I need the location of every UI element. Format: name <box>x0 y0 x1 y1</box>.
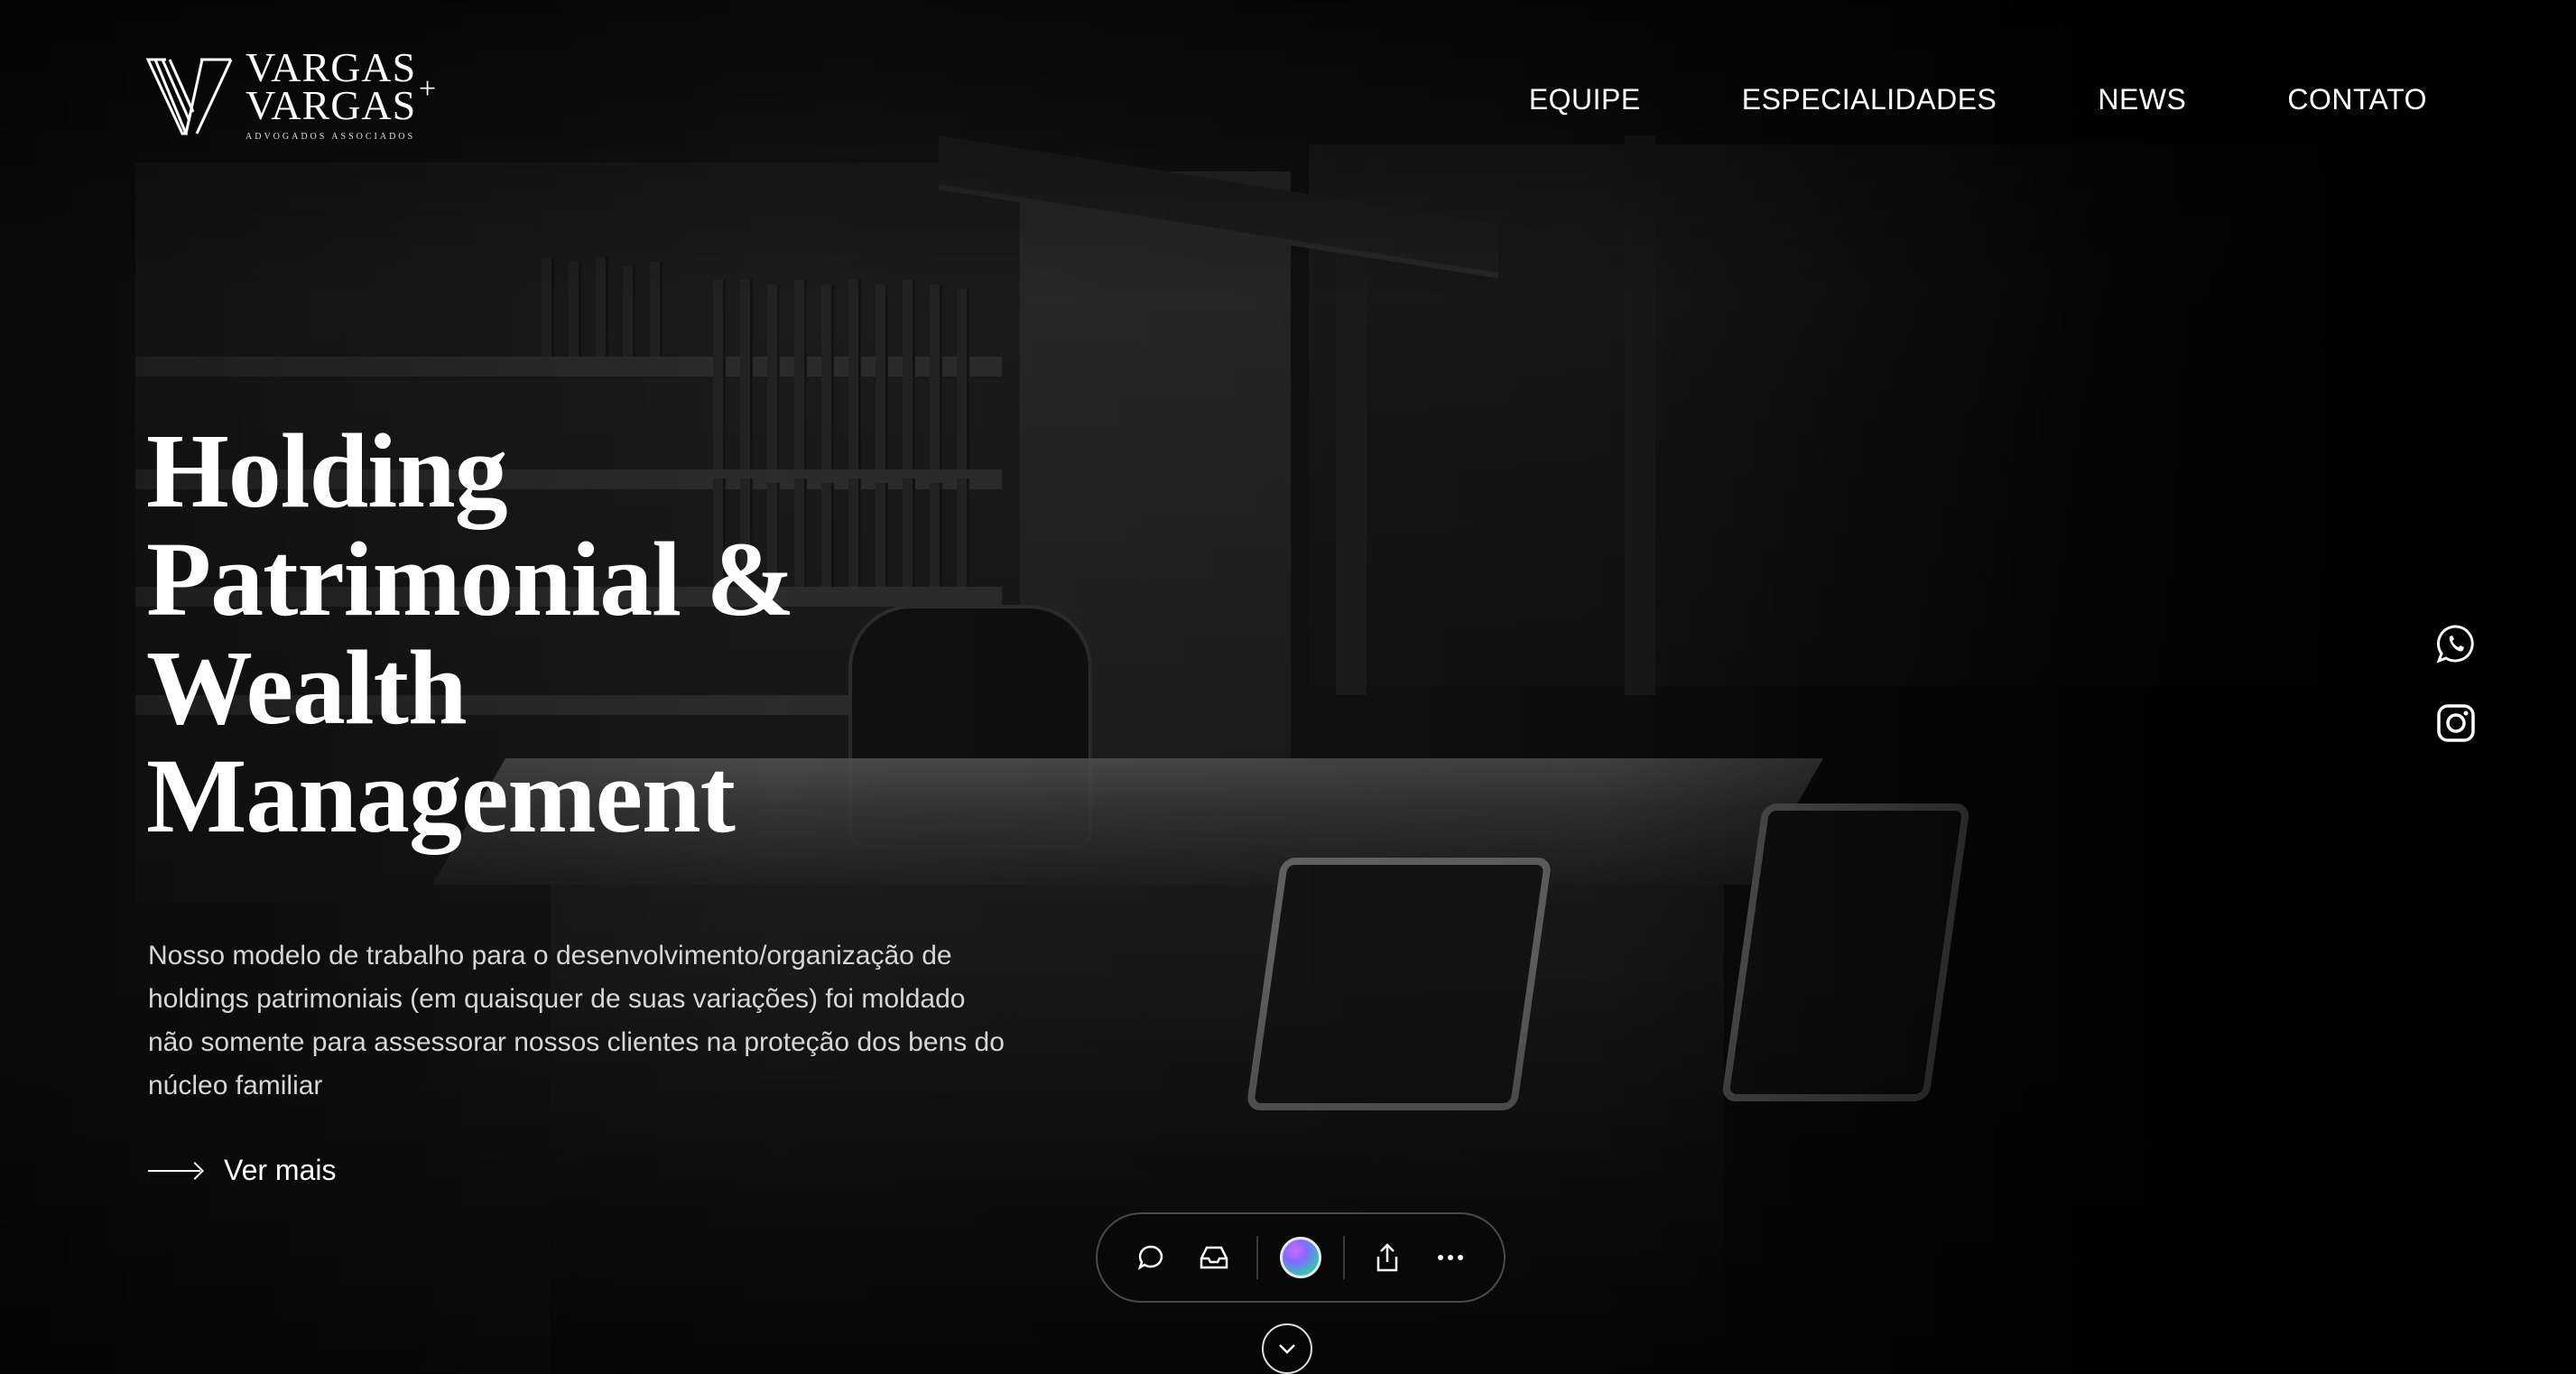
chevron-down-icon <box>1279 1344 1295 1354</box>
nav-item-contato[interactable]: CONTATO <box>2287 83 2427 116</box>
logo-line-2: VARGAS <box>246 82 417 128</box>
inbox-icon <box>1200 1246 1228 1269</box>
instagram-icon[interactable] <box>2435 702 2477 744</box>
scroll-down-button[interactable] <box>1262 1323 1312 1374</box>
more-options-button[interactable] <box>1419 1226 1482 1289</box>
whatsapp-icon[interactable] <box>2435 623 2477 664</box>
hero-title-line: Holding <box>146 412 508 530</box>
floating-toolbar <box>1096 1212 1506 1303</box>
hero-title-line: Patrimonial & <box>146 520 795 638</box>
logo-wordmark: VARGAS VARGAS <box>246 44 417 128</box>
ver-mais-label: Ver mais <box>224 1154 337 1186</box>
toolbar-divider <box>1256 1236 1258 1279</box>
nav-item-news[interactable]: NEWS <box>2098 83 2186 116</box>
logo-line-1: VARGAS <box>246 44 417 90</box>
arrow-right-icon <box>148 1169 200 1172</box>
share-button[interactable] <box>1356 1226 1419 1289</box>
hero-description: Nosso modelo de trabalho para o desenvol… <box>148 941 1005 1100</box>
hero-title: Holding Patrimonial & Wealth Management <box>146 417 959 850</box>
hero-title-line: Management <box>146 737 736 855</box>
logo-plus: + <box>419 72 437 106</box>
nav-item-equipe[interactable]: EQUIPE <box>1529 83 1641 116</box>
hero-title-line: Wealth <box>146 628 468 747</box>
chat-bubble-icon <box>1137 1245 1163 1270</box>
avatar <box>1280 1237 1321 1278</box>
inbox-button[interactable] <box>1182 1226 1246 1289</box>
share-icon <box>1376 1243 1398 1272</box>
more-icon <box>1438 1255 1463 1260</box>
profile-button[interactable] <box>1269 1226 1332 1289</box>
comment-button[interactable] <box>1119 1226 1182 1289</box>
site-logo[interactable]: VARGAS VARGAS + ADVOGADOS ASSOCIADOS <box>146 44 453 148</box>
v-monogram-icon <box>146 58 233 135</box>
social-links <box>2435 623 2477 744</box>
ver-mais-link[interactable]: Ver mais <box>148 1154 336 1187</box>
nav-item-especialidades[interactable]: ESPECIALIDADES <box>1742 83 1997 116</box>
logo-tagline: ADVOGADOS ASSOCIADOS <box>246 132 416 142</box>
toolbar-divider <box>1343 1236 1345 1279</box>
main-nav: EQUIPE ESPECIALIDADES NEWS CONTATO <box>1529 83 2427 116</box>
